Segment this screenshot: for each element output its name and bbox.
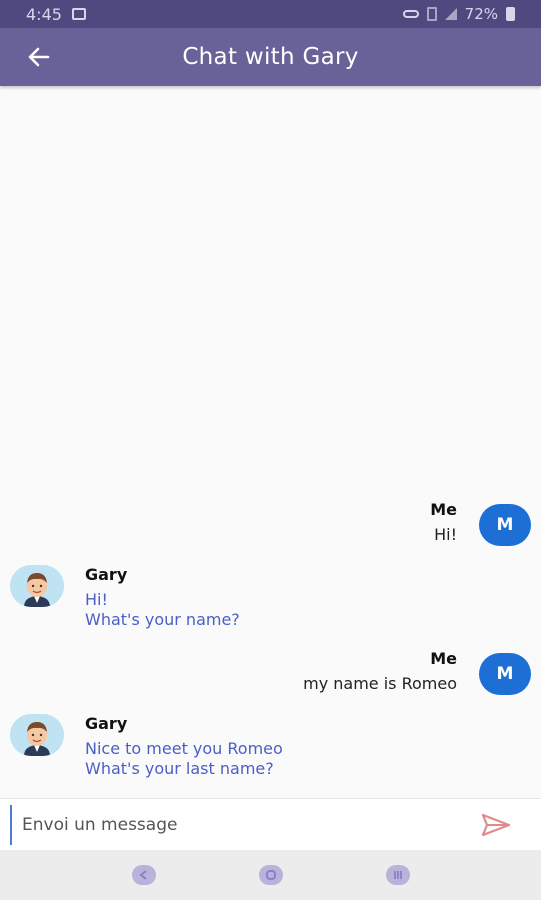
signal-icon <box>444 8 457 20</box>
message-me: Me Hi! M <box>430 500 531 546</box>
nav-home-button[interactable] <box>258 865 283 885</box>
message-body: Me my name is Romeo <box>303 649 457 693</box>
message-lines: Hi! What's your name? <box>85 590 240 630</box>
message-composer <box>0 798 541 850</box>
message-gary: Gary Hi! What's your name? <box>10 565 240 630</box>
message-text: Nice to meet you Romeo <box>85 739 283 758</box>
vpn-key-icon <box>402 10 419 18</box>
gary-avatar <box>10 714 64 756</box>
send-icon <box>481 813 511 837</box>
message-input[interactable] <box>10 804 460 845</box>
sender-name: Gary <box>85 565 128 584</box>
nav-home-icon <box>265 870 276 880</box>
message-text: my name is Romeo <box>303 674 457 693</box>
nav-back-button[interactable] <box>131 865 156 885</box>
status-left: 4:45 <box>26 5 86 24</box>
message-text: Hi! <box>85 590 108 609</box>
sender-name: Me <box>430 649 457 668</box>
message-gary: Gary Nice to meet you Romeo What's your … <box>10 714 283 779</box>
battery-percent: 72% <box>464 5 498 23</box>
gary-avatar <box>10 565 64 607</box>
image-notification-icon <box>71 8 86 20</box>
message-list[interactable]: Me Hi! M Gary Hi! What's your name? Me m… <box>0 86 541 798</box>
status-time: 4:45 <box>26 4 62 24</box>
battery-icon <box>506 7 515 21</box>
message-text: Hi! <box>434 525 457 544</box>
sender-name: Me <box>430 500 457 519</box>
page-title: Chat with Gary <box>182 44 359 70</box>
sim-icon <box>426 7 437 21</box>
avatar: M <box>479 504 531 546</box>
message-lines: Nice to meet you Romeo What's your last … <box>85 739 283 779</box>
status-bar: 4:45 72% <box>0 0 541 28</box>
message-text: What's your last name? <box>85 759 274 778</box>
nav-recents-icon <box>393 871 402 879</box>
system-nav-bar <box>0 850 541 900</box>
status-right: 72% <box>402 5 515 23</box>
nav-recents-button[interactable] <box>385 865 410 885</box>
nav-back-icon <box>138 870 147 880</box>
back-button[interactable] <box>24 42 54 72</box>
message-body: Gary Hi! What's your name? <box>85 565 240 630</box>
message-body: Gary Nice to meet you Romeo What's your … <box>85 714 283 779</box>
avatar: M <box>479 653 531 695</box>
message-me: Me my name is Romeo M <box>303 649 531 695</box>
message-body: Me Hi! <box>430 500 457 544</box>
person-avatar-icon <box>10 714 64 756</box>
person-avatar-icon <box>10 565 64 607</box>
sender-name: Gary <box>85 714 128 733</box>
arrow-left-icon <box>28 47 50 67</box>
send-button[interactable] <box>481 813 511 837</box>
app-bar: Chat with Gary <box>0 28 541 86</box>
message-text: What's your name? <box>85 610 240 629</box>
